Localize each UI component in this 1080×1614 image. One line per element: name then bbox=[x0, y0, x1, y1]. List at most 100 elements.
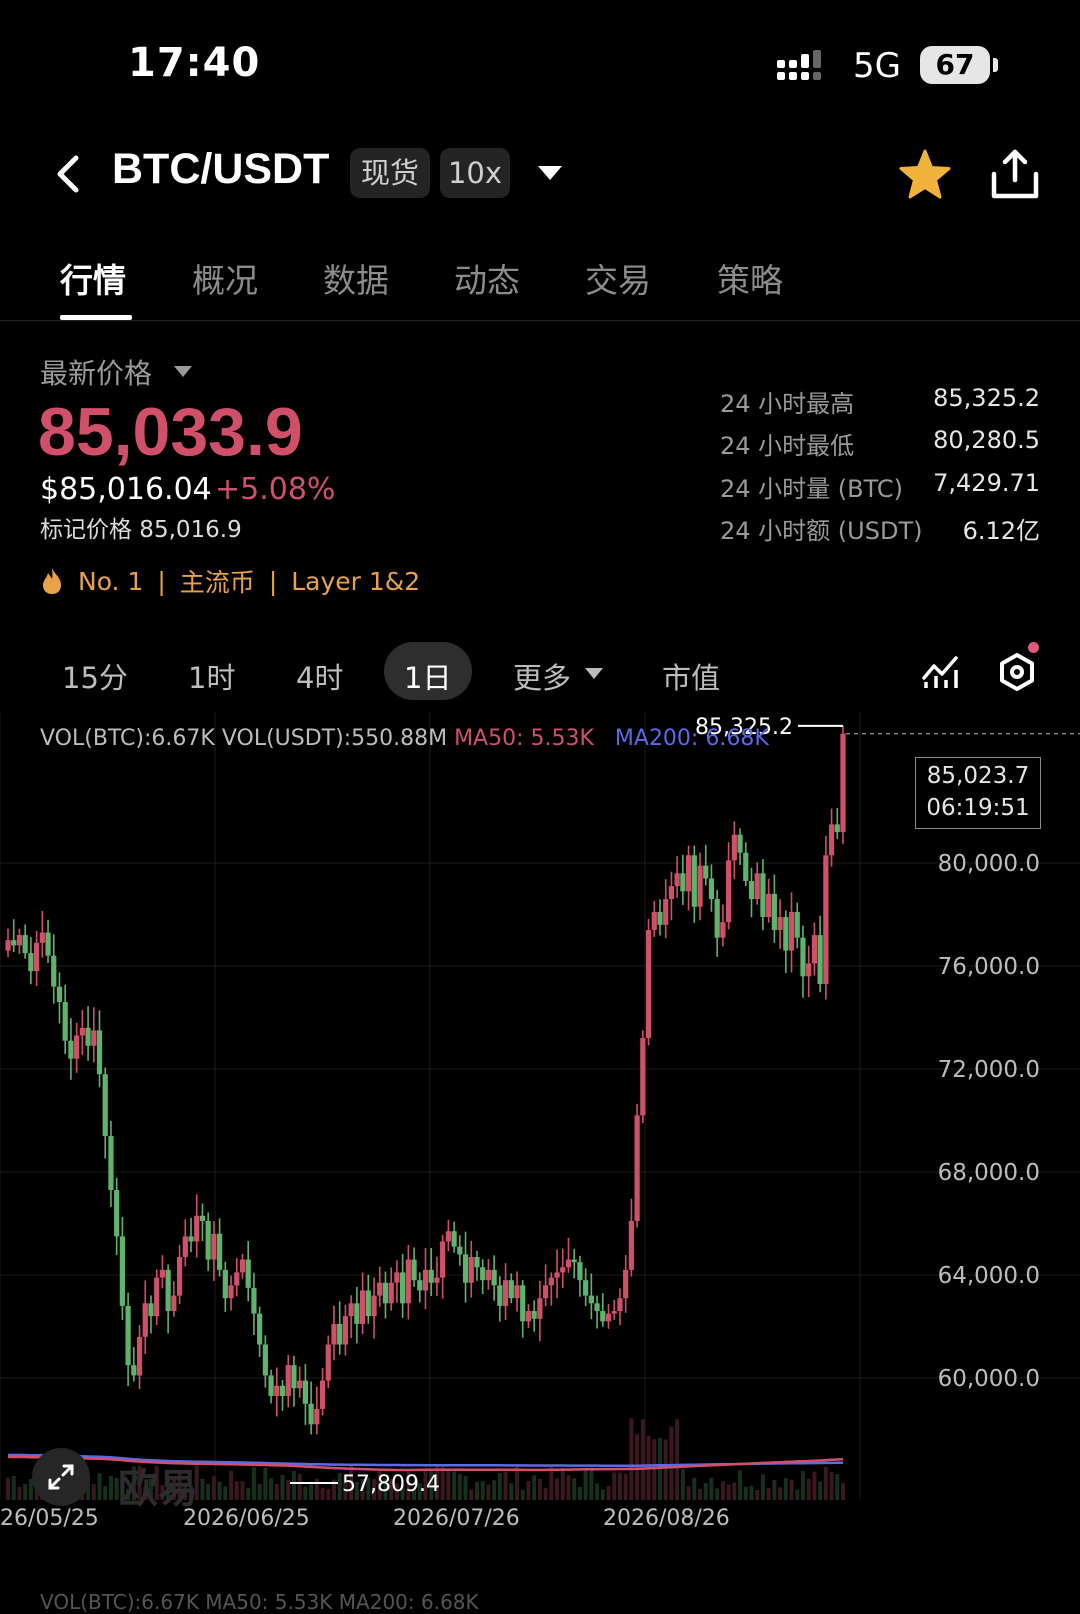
volume-bar bbox=[720, 1481, 725, 1500]
tab-trade[interactable]: 交易 bbox=[585, 254, 651, 302]
candle-body bbox=[548, 1277, 554, 1286]
share-icon[interactable] bbox=[990, 148, 1040, 200]
candle-body bbox=[222, 1269, 228, 1299]
candle-body bbox=[708, 878, 715, 900]
category-tag[interactable]: 主流币 bbox=[180, 563, 255, 599]
volume-bar bbox=[457, 1473, 462, 1500]
volume-bar bbox=[206, 1484, 211, 1500]
fullscreen-button[interactable] bbox=[32, 1448, 90, 1506]
back-icon[interactable] bbox=[50, 150, 86, 198]
tag-row: No. 1 | 主流币 | Layer 1&2 bbox=[40, 563, 420, 599]
interval-more[interactable]: 更多 bbox=[513, 655, 571, 697]
candle-body bbox=[154, 1277, 160, 1317]
network-type: 5G bbox=[853, 46, 901, 86]
volume-bar bbox=[778, 1487, 783, 1500]
pair-dropdown-icon[interactable] bbox=[538, 166, 562, 182]
candle-body bbox=[817, 935, 823, 985]
candle-body bbox=[394, 1272, 400, 1283]
volume-bar bbox=[698, 1488, 703, 1500]
candle-body bbox=[834, 824, 840, 833]
tab-data[interactable]: 数据 bbox=[323, 254, 389, 302]
volume-bar bbox=[515, 1466, 520, 1500]
last-price: 85,033.9 bbox=[38, 394, 303, 470]
watermark-logo: 欧易 bbox=[118, 1466, 198, 1512]
candle-body bbox=[22, 935, 28, 954]
candle-body bbox=[148, 1303, 154, 1317]
volume-bar bbox=[223, 1486, 228, 1500]
candle-body bbox=[457, 1246, 463, 1255]
x-axis-label: 2026/07/26 bbox=[393, 1506, 520, 1531]
volume-bar bbox=[789, 1479, 794, 1500]
legend-vol-usdt: VOL(USDT):550.88M bbox=[221, 726, 448, 751]
volume-bar bbox=[555, 1478, 560, 1500]
chart-settings-icon[interactable] bbox=[998, 652, 1036, 692]
market-type-chip[interactable]: 现货 bbox=[350, 148, 430, 198]
tab-market[interactable]: 行情 bbox=[60, 254, 126, 302]
interval-4h[interactable]: 4时 bbox=[296, 655, 343, 697]
stat-label-volume: 24 小时量 (BTC) bbox=[720, 475, 903, 503]
volume-bar bbox=[560, 1468, 565, 1500]
volume-bar bbox=[640, 1419, 645, 1500]
candle-body bbox=[79, 1027, 85, 1036]
volume-bar bbox=[229, 1470, 234, 1500]
candle-body bbox=[102, 1074, 108, 1136]
candle-body bbox=[691, 855, 697, 907]
candle-body bbox=[74, 1035, 80, 1059]
more-dropdown-icon[interactable] bbox=[585, 668, 603, 680]
volume-bar bbox=[234, 1481, 239, 1500]
rank-tag[interactable]: No. 1 bbox=[78, 567, 143, 596]
leverage-chip[interactable]: 10x bbox=[440, 148, 510, 198]
volume-bar bbox=[497, 1472, 502, 1500]
candle-body bbox=[62, 1002, 68, 1041]
volume-bar bbox=[812, 1471, 817, 1500]
candle-body bbox=[257, 1313, 263, 1345]
battery-tip bbox=[993, 58, 998, 72]
legend-ma50: MA50: 5.53K bbox=[454, 726, 594, 751]
layer-tag[interactable]: Layer 1&2 bbox=[291, 567, 420, 596]
candle-body bbox=[737, 834, 743, 853]
candle-body bbox=[766, 893, 772, 918]
volume-bar bbox=[503, 1471, 508, 1500]
volume-bar bbox=[543, 1487, 548, 1500]
favorite-star-icon[interactable] bbox=[898, 148, 952, 202]
candle-body bbox=[39, 932, 45, 943]
candle-body bbox=[800, 937, 806, 977]
candle-body bbox=[268, 1375, 274, 1397]
tab-strategy[interactable]: 策略 bbox=[717, 254, 783, 302]
volume-bar bbox=[692, 1477, 697, 1500]
candle-body bbox=[314, 1408, 320, 1425]
candle-body bbox=[502, 1280, 509, 1306]
volume-bar bbox=[663, 1439, 668, 1500]
latest-price-label[interactable]: 最新价格 bbox=[40, 352, 152, 392]
volume-bar bbox=[818, 1481, 823, 1500]
candle-body bbox=[182, 1236, 188, 1257]
volume-bar bbox=[755, 1489, 760, 1500]
interval-1h[interactable]: 1时 bbox=[188, 655, 235, 697]
interval-15m[interactable]: 15分 bbox=[62, 655, 128, 697]
volume-bar bbox=[314, 1478, 319, 1500]
volume-bar bbox=[486, 1484, 491, 1500]
candle-body bbox=[11, 940, 17, 946]
volume-bar bbox=[772, 1479, 777, 1500]
volume-bar bbox=[766, 1487, 771, 1500]
tab-news[interactable]: 动态 bbox=[454, 254, 520, 302]
candle-body bbox=[159, 1269, 166, 1278]
price-type-dropdown-icon[interactable] bbox=[174, 366, 192, 378]
volume-bar bbox=[520, 1489, 525, 1500]
candle-body bbox=[45, 932, 51, 956]
volume-bar bbox=[269, 1478, 274, 1500]
x-axis-label: 2026/06/25 bbox=[183, 1506, 310, 1531]
candle-body bbox=[114, 1190, 120, 1237]
pair-title[interactable]: BTC/USDT bbox=[112, 145, 329, 194]
candle-body bbox=[211, 1233, 217, 1260]
y-axis-label: 72,000.0 bbox=[938, 1057, 1040, 1083]
indicator-icon[interactable] bbox=[922, 652, 960, 690]
volume-bar bbox=[606, 1486, 611, 1500]
interval-1d[interactable]: 1日 bbox=[404, 655, 451, 697]
candle-body bbox=[468, 1256, 474, 1283]
market-cap-tab[interactable]: 市值 bbox=[662, 655, 720, 697]
candle-body bbox=[85, 1027, 91, 1046]
tab-overview[interactable]: 概况 bbox=[192, 254, 258, 302]
price-chart[interactable]: 80,000.0 76,000.0 72,000.0 68,000.0 64,000.0… bbox=[0, 712, 1080, 1540]
candle-body bbox=[651, 911, 657, 930]
